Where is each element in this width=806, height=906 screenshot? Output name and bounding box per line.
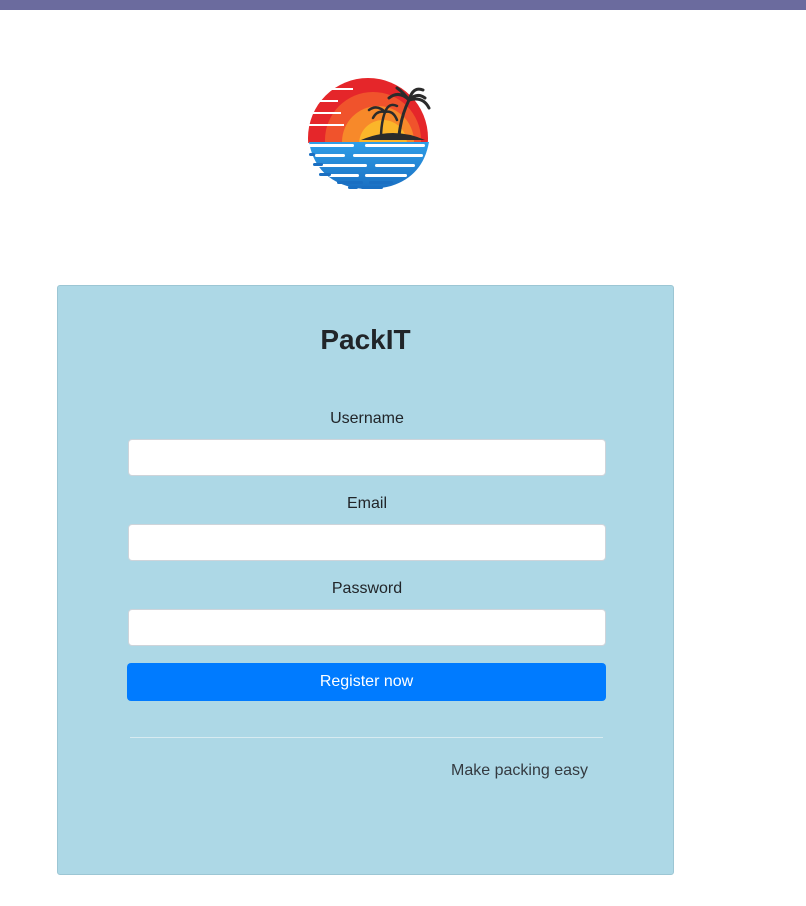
app-title: PackIT (320, 324, 411, 355)
email-label: Email (346, 495, 387, 512)
username-label: Username (330, 410, 404, 427)
logo (253, 28, 481, 250)
divider (130, 737, 603, 738)
tropical-sunset-icon (308, 78, 431, 189)
register-card: PackIT Username Email Password Register … (57, 285, 674, 875)
tagline: Make packing easy (451, 762, 588, 779)
top-bar (0, 0, 806, 10)
password-input[interactable] (128, 609, 606, 646)
register-button[interactable]: Register now (127, 663, 606, 701)
email-input[interactable] (128, 524, 606, 561)
password-label: Password (331, 580, 403, 597)
username-input[interactable] (128, 439, 606, 476)
